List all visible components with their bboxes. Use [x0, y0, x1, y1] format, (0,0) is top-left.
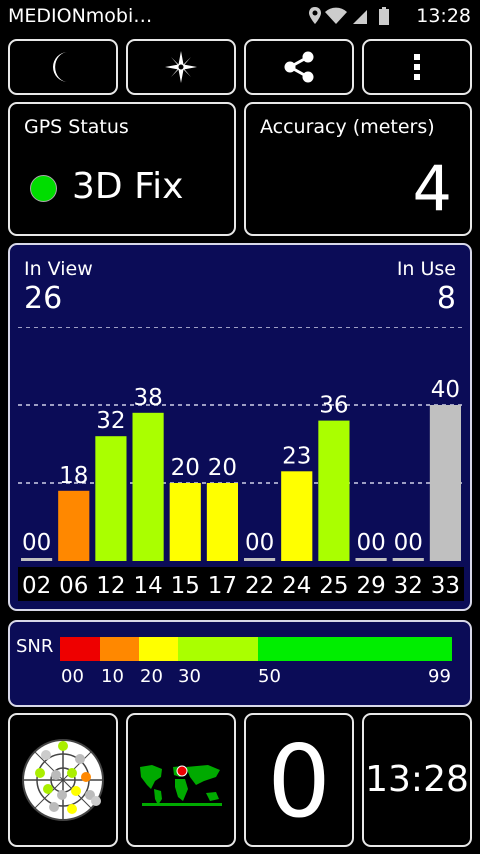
compass-icon	[165, 51, 197, 83]
compass-button[interactable]	[126, 39, 236, 95]
night-mode-button[interactable]	[8, 39, 118, 95]
snr-value-label-22: 00	[245, 530, 274, 556]
sky-view-button[interactable]	[8, 713, 118, 847]
prn-label-row: 02 06 12 14 15 17 22 24 25 29 32 33	[18, 567, 464, 601]
snr-segment-orange	[100, 637, 139, 661]
in-use-count: 8	[436, 281, 456, 316]
prn-label-15: 15	[171, 573, 200, 599]
snr-value-label-15: 20	[171, 455, 200, 481]
snr-bar-22	[244, 558, 276, 561]
prn-label-25: 25	[319, 573, 348, 599]
in-use-label: In Use	[396, 258, 456, 280]
snr-segment-red	[60, 637, 100, 661]
snr-value-label-29: 00	[356, 530, 385, 556]
prn-label-32: 32	[394, 573, 423, 599]
status-icons	[309, 7, 389, 25]
overflow-menu-button[interactable]	[362, 39, 472, 95]
share-button[interactable]	[244, 39, 354, 95]
sky-view-icon	[22, 739, 104, 821]
snr-value-label-24: 23	[282, 443, 311, 469]
accuracy-label: Accuracy (meters)	[260, 116, 435, 138]
snr-tick-10: 10	[101, 666, 124, 687]
world-map-icon	[136, 764, 226, 806]
snr-value-label-32: 00	[394, 530, 423, 556]
snr-value-label-12: 32	[96, 408, 125, 434]
snr-value-label-14: 38	[133, 385, 162, 411]
snr-bar-24	[281, 471, 313, 561]
satellite-signal-panel[interactable]: In View 26 In Use 8 00 18 32 38 20 20 00 23 36 00…	[8, 243, 472, 611]
snr-color-scale	[60, 637, 452, 661]
snr-segment-green	[258, 637, 452, 661]
snr-bar-06	[58, 490, 90, 561]
prn-label-22: 22	[245, 573, 274, 599]
snr-segment-yellow	[139, 637, 178, 661]
prn-label-12: 12	[96, 573, 125, 599]
prn-labels: 02 06 12 14 15 17 22 24 25 29 32 33	[22, 573, 460, 599]
snr-value-label-17: 20	[208, 455, 237, 481]
snr-bar-25	[318, 420, 350, 561]
world-map-button[interactable]	[126, 713, 236, 847]
gps-status-tile[interactable]: GPS Status 3D Fix	[8, 102, 236, 236]
overflow-menu-icon	[414, 54, 420, 80]
night-mode-icon	[53, 52, 68, 82]
prn-label-29: 29	[356, 573, 385, 599]
battery-icon	[379, 7, 389, 25]
accuracy-tile[interactable]: Accuracy (meters) 4	[244, 102, 472, 236]
snr-bar-14	[132, 412, 164, 561]
status-clock: 13:28	[416, 5, 471, 27]
in-view-label: In View	[24, 258, 93, 280]
share-icon	[284, 51, 314, 83]
snr-tick-50: 50	[258, 666, 281, 687]
snr-segment-yellowgreen	[178, 637, 258, 661]
snr-legend-panel: SNR 00 10 20 30 50 99	[8, 620, 472, 707]
snr-bar-12	[95, 436, 127, 561]
snr-value-label-33: 40	[431, 377, 460, 403]
prn-label-06: 06	[59, 573, 88, 599]
snr-bar-chart: 00 18 32 38 20 20 00 23 36 00 00 40	[18, 327, 464, 561]
speed-tile[interactable]: 0	[244, 713, 354, 847]
fix-indicator-dot	[30, 175, 57, 202]
snr-bar-32	[392, 558, 424, 561]
notification-app-name: MEDIONmobi…	[8, 5, 153, 27]
snr-bar-33	[429, 405, 461, 561]
status-bar: MEDIONmobi… 13:28	[0, 0, 480, 34]
prn-label-33: 33	[431, 573, 460, 599]
snr-value-label-25: 36	[319, 393, 348, 419]
gps-status-label: GPS Status	[24, 116, 129, 138]
snr-tick-99: 99	[428, 666, 451, 687]
clock-value: 13:28	[365, 759, 469, 800]
prn-label-14: 14	[133, 573, 162, 599]
prn-label-17: 17	[208, 573, 237, 599]
snr-bar-17	[206, 483, 238, 561]
location-icon	[309, 7, 321, 24]
snr-bar-29	[355, 558, 387, 561]
clock-tile[interactable]: 13:28	[362, 713, 472, 847]
speed-value: 0	[267, 723, 331, 840]
snr-value-label-06: 18	[59, 463, 88, 489]
snr-tick-30: 30	[178, 666, 201, 687]
signal-icon	[353, 10, 367, 24]
wifi-icon	[325, 7, 347, 24]
snr-tick-00: 00	[61, 666, 84, 687]
prn-label-02: 02	[22, 573, 51, 599]
snr-tick-20: 20	[140, 666, 163, 687]
snr-bar-15	[169, 483, 201, 561]
snr-bar-02	[21, 558, 53, 561]
snr-legend-title: SNR	[16, 636, 54, 657]
in-view-count: 26	[24, 281, 63, 316]
prn-label-24: 24	[282, 573, 311, 599]
accuracy-value: 4	[412, 152, 452, 225]
snr-value-label-02: 00	[22, 530, 51, 556]
gps-fix-value: 3D Fix	[72, 166, 184, 207]
